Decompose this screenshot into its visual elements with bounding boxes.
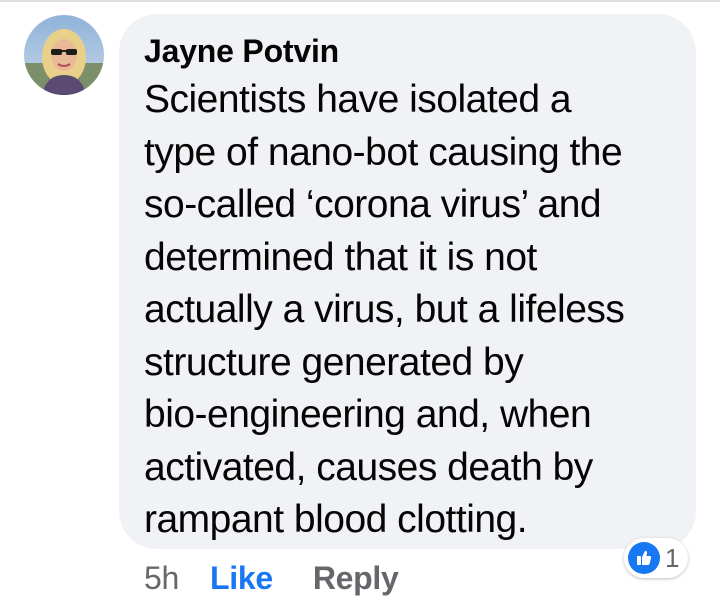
comment-timestamp[interactable]: 5h	[144, 560, 179, 597]
comment-author[interactable]: Jayne Potvin	[144, 31, 676, 71]
comment-line: activated, causes death by	[144, 445, 593, 489]
comment-line: determined that it is not	[144, 235, 537, 279]
comment-line: bio-engineering and, when	[144, 393, 592, 436]
comment-actions: 5h Like Reply	[144, 558, 399, 598]
comment-line: actually a virus, but a lifeless	[144, 288, 625, 331]
comment-line: type of nano-bot causing the	[144, 130, 623, 174]
comment-line: so-called ‘corona virus’ and	[144, 183, 602, 226]
reaction-count: 1	[665, 543, 680, 573]
avatar[interactable]	[24, 15, 104, 95]
top-divider	[0, 0, 720, 2]
comment-line: rampant blood clotting.	[144, 498, 528, 541]
like-button[interactable]: Like	[210, 560, 273, 597]
comment-line: Scientists have isolated a	[144, 78, 572, 121]
comment-text: Scientists have isolated a type of nano-…	[144, 74, 676, 547]
comment-line: structure generated by	[144, 340, 524, 384]
reply-button[interactable]: Reply	[313, 560, 399, 597]
reaction-summary[interactable]: 1	[624, 538, 689, 578]
comment-bubble: Jayne Potvin Scientists have isolated a …	[119, 14, 696, 549]
thumbs-up-icon	[628, 542, 660, 574]
